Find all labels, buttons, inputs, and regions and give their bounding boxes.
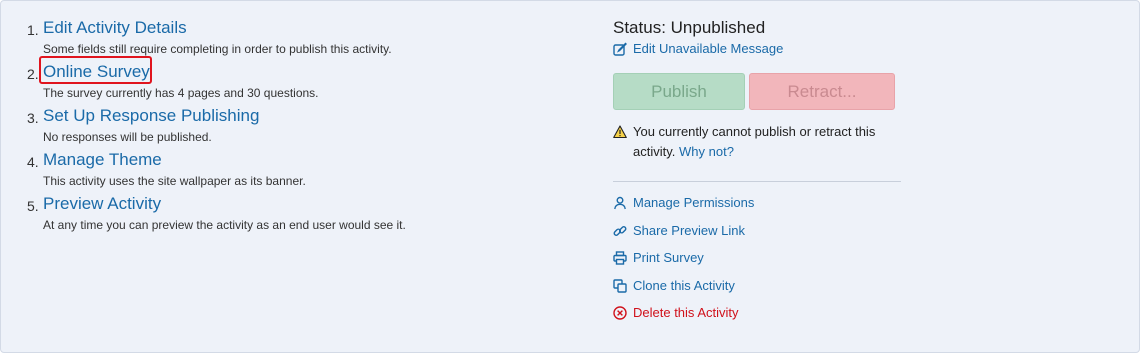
activity-panel: 1. Edit Activity Details Some fields sti… <box>0 0 1140 353</box>
manage-permissions-link[interactable]: Manage Permissions <box>613 195 754 210</box>
set-up-response-publishing-link[interactable]: Set Up Response Publishing <box>43 106 259 126</box>
steps-list: 1. Edit Activity Details Some fields sti… <box>27 17 587 237</box>
step-description: At any time you can preview the activity… <box>43 218 406 232</box>
retract-button[interactable]: Retract... <box>749 73 895 110</box>
status-text: Status: Unpublished <box>613 18 766 37</box>
divider <box>613 181 901 182</box>
edit-unavailable-message-label: Edit Unavailable Message <box>633 41 784 56</box>
warning-text: You currently cannot publish or retract … <box>633 124 876 159</box>
step-description: The survey currently has 4 pages and 30 … <box>43 86 319 100</box>
step-item: 4. Manage Theme This activity uses the s… <box>27 149 587 193</box>
link-icon <box>613 224 627 238</box>
share-preview-link[interactable]: Share Preview Link <box>613 223 745 238</box>
why-not-link[interactable]: Why not? <box>679 144 734 159</box>
step-item: 3. Set Up Response Publishing No respons… <box>27 105 587 149</box>
step-number: 3. <box>27 110 39 126</box>
manage-theme-link[interactable]: Manage Theme <box>43 150 162 170</box>
delete-activity-label: Delete this Activity <box>633 305 739 320</box>
step-item: 1. Edit Activity Details Some fields sti… <box>27 17 587 61</box>
delete-circle-x-icon <box>613 305 627 320</box>
step-description: This activity uses the site wallpaper as… <box>43 174 306 188</box>
delete-activity-link[interactable]: Delete this Activity <box>613 305 739 320</box>
step-number: 4. <box>27 154 39 170</box>
print-survey-label: Print Survey <box>633 250 704 265</box>
step-item: 5. Preview Activity At any time you can … <box>27 193 587 237</box>
edit-unavailable-message-link[interactable]: Edit Unavailable Message <box>613 41 783 56</box>
print-survey-link[interactable]: Print Survey <box>613 250 704 265</box>
preview-activity-link[interactable]: Preview Activity <box>43 194 161 214</box>
clone-activity-link[interactable]: Clone this Activity <box>613 278 735 293</box>
step-item: 2. Online Survey The survey currently ha… <box>27 56 587 105</box>
user-icon <box>613 196 627 210</box>
step-number: 1. <box>27 22 39 38</box>
warning-icon <box>613 125 627 139</box>
edit-icon <box>613 42 627 56</box>
step-description: No responses will be published. <box>43 130 212 144</box>
edit-activity-details-link[interactable]: Edit Activity Details <box>43 18 187 38</box>
copy-icon <box>613 278 627 293</box>
step-description: Some fields still require completing in … <box>43 42 392 56</box>
clone-activity-label: Clone this Activity <box>633 278 735 293</box>
step-number: 5. <box>27 198 39 214</box>
share-preview-label: Share Preview Link <box>633 223 745 238</box>
printer-icon <box>613 250 627 265</box>
step-number: 2. <box>27 66 39 82</box>
manage-permissions-label: Manage Permissions <box>633 195 755 210</box>
publish-button[interactable]: Publish <box>613 73 745 110</box>
online-survey-link[interactable]: Online Survey <box>43 62 150 82</box>
publish-warning: You currently cannot publish or retract … <box>613 122 903 162</box>
